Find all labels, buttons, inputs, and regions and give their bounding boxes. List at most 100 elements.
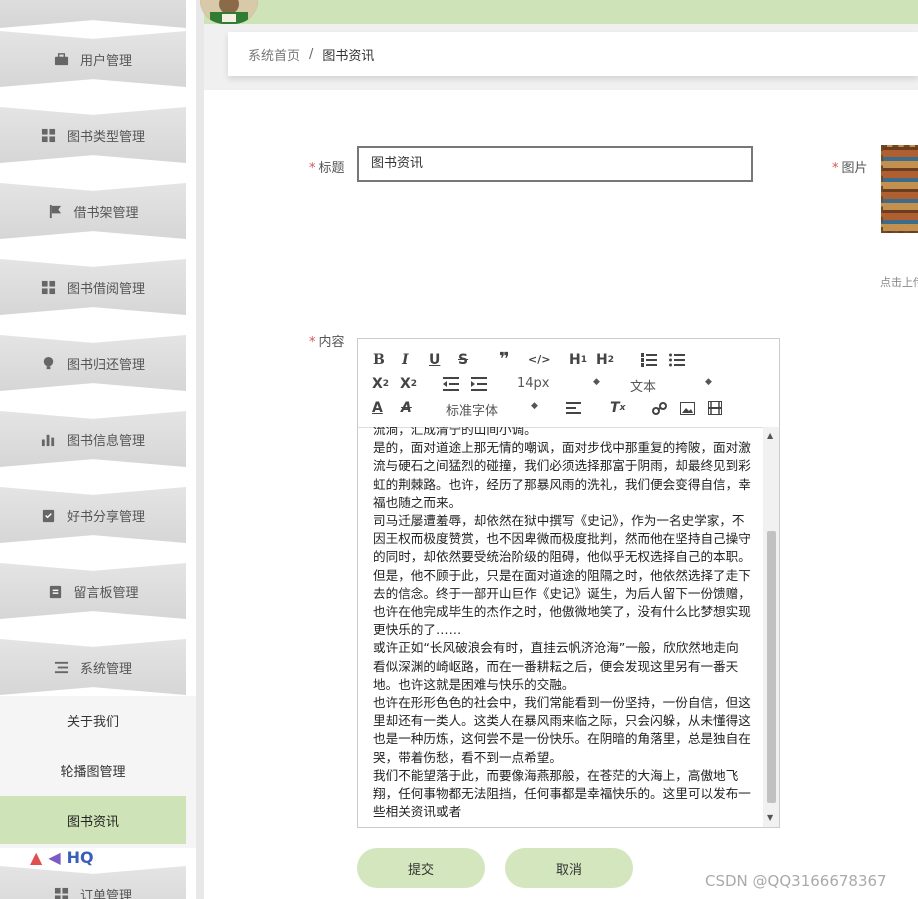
sidebar-item-label: 图书归还管理 — [66, 357, 145, 373]
cancel-button-label: 取消 — [555, 862, 582, 878]
submenu-item-about-us[interactable]: 关于我们 — [0, 696, 186, 744]
lightbulb-icon — [41, 355, 57, 371]
editor-scrollbar[interactable]: ▲ ▼ — [763, 427, 779, 827]
chevron-updown-icon[interactable]: ◆ — [531, 401, 538, 411]
sidebar-item-book-info-management[interactable]: 图书信息管理 — [0, 411, 186, 467]
font-family-select[interactable]: 标准字体 — [446, 400, 498, 419]
content-paragraph: 我们不能望落于此，而要像海燕那般，在苍茫的大海上，高傲地飞翔，任何事物都无法阻挡… — [373, 767, 751, 820]
cancel-button[interactable]: 取消 — [505, 848, 633, 888]
list-icon — [54, 659, 70, 675]
subscript-icon[interactable]: X2 — [372, 375, 389, 393]
grid-icon — [54, 886, 70, 899]
submenu-label: 图书资讯 — [66, 814, 119, 830]
logo-text: HQ — [66, 847, 94, 867]
sidebar-item-label: 订单管理 — [79, 888, 132, 899]
italic-icon[interactable]: I — [402, 351, 409, 369]
sidebar-item-top-partial[interactable] — [0, 0, 186, 28]
top-bar — [204, 0, 918, 24]
sidebar-item-label: 图书类型管理 — [66, 129, 145, 145]
image-icon[interactable] — [680, 399, 695, 417]
rich-text-editor: B I U S ❞ </> H1 H2 X2 X2 14px ◆ 文本 ◆ A … — [357, 338, 780, 828]
h1-icon[interactable]: H1 — [569, 351, 587, 369]
required-mark: * — [309, 161, 316, 176]
logo: ▲ ◀ HQ — [30, 846, 180, 868]
clear-format-icon[interactable]: Tx — [610, 399, 625, 417]
flag-icon — [47, 203, 63, 219]
sidebar-item-user-management[interactable]: 用户管理 — [0, 31, 186, 87]
submenu-item-carousel-management[interactable]: 轮播图管理 — [0, 746, 186, 794]
video-icon[interactable] — [708, 399, 722, 417]
editor-content: 流淌，汇成清宁的山间小调。 是的，面对道途上那无情的嘲讽，面对步伐中那重复的挎陂… — [373, 427, 751, 821]
scroll-up-icon[interactable]: ▲ — [767, 431, 773, 440]
scroll-thumb[interactable] — [767, 531, 776, 803]
sidebar-item-label: 好书分享管理 — [66, 509, 145, 525]
chevron-updown-icon[interactable]: ◆ — [593, 377, 600, 387]
briefcase-icon — [54, 51, 70, 67]
ordered-list-icon[interactable] — [641, 351, 657, 369]
required-mark: * — [309, 335, 316, 350]
sidebar-item-message-board-management[interactable]: 留言板管理 — [0, 563, 186, 619]
scroll-down-icon[interactable]: ▼ — [767, 813, 773, 822]
image-upload-thumbnail[interactable] — [881, 145, 918, 233]
content-paragraph: 司马迁屡遭羞辱，却依然在狱中撰写《史记》，作为一名史学家，不因王权而极度赞赏，也… — [373, 513, 751, 638]
logo-shape: ◀ — [48, 847, 61, 867]
paragraph-select[interactable]: 文本 — [630, 376, 656, 395]
superscript-icon[interactable]: X2 — [400, 375, 417, 393]
content-paragraph: 流淌，汇成清宁的山间小调。 — [373, 427, 537, 437]
sidebar-item-borrow-management[interactable]: 图书借阅管理 — [0, 259, 186, 315]
submit-button-label: 提交 — [407, 862, 434, 878]
chevron-updown-icon[interactable]: ◆ — [705, 377, 712, 387]
bullet-list-icon[interactable] — [669, 351, 685, 369]
bold-icon[interactable]: B — [373, 351, 385, 369]
h2-icon[interactable]: H2 — [596, 351, 614, 369]
sidebar-item-label: 留言板管理 — [73, 585, 139, 601]
breadcrumb: 系统首页 / 图书资讯 — [228, 32, 918, 76]
image-label: * 图片 — [832, 157, 868, 176]
outdent-icon[interactable] — [443, 375, 459, 393]
title-label: * 标题 — [309, 157, 345, 176]
upload-tip: 点击上传 — [880, 276, 918, 289]
content-paragraph: 是的，面对道途上那无情的嘲讽，面对步伐中那重复的挎陂，面对激流与硬石之间猛烈的碰… — [373, 440, 751, 510]
quote-icon[interactable]: ❞ — [499, 351, 510, 369]
sidebar-item-label: 借书架管理 — [73, 205, 139, 221]
content-paragraph: 也许在形形色色的社会中，我们常能看到一份坚持，一份自信，但这里却还有一类人。这类… — [373, 695, 751, 765]
sidebar-item-label: 图书借阅管理 — [66, 281, 145, 297]
bar-chart-icon — [41, 431, 57, 447]
clipboard-icon — [47, 583, 63, 599]
align-icon[interactable] — [566, 399, 581, 417]
sidebar-item-label: 系统管理 — [79, 661, 132, 677]
breadcrumb-current: 图书资讯 — [322, 48, 375, 64]
breadcrumb-home[interactable]: 系统首页 — [248, 45, 300, 64]
image-label-text: 图片 — [841, 161, 868, 176]
logo-shape: ▲ — [30, 847, 43, 867]
submenu-label: 关于我们 — [66, 714, 119, 730]
highlight-icon[interactable]: A — [401, 399, 412, 417]
font-color-icon[interactable]: A — [372, 399, 383, 417]
submenu-item-book-news[interactable]: 图书资讯 — [0, 796, 186, 844]
grid-icon — [41, 279, 57, 295]
sidebar-item-label: 用户管理 — [79, 53, 132, 69]
title-input[interactable]: 图书资讯 — [357, 146, 753, 182]
indent-icon[interactable] — [471, 375, 487, 393]
sidebar-item-bookshelf-management[interactable]: 借书架管理 — [0, 183, 186, 239]
submit-button[interactable]: 提交 — [357, 848, 485, 888]
font-size-select[interactable]: 14px — [517, 376, 550, 391]
link-icon[interactable] — [652, 399, 667, 417]
sidebar-item-label: 图书信息管理 — [66, 433, 145, 449]
grid-icon — [41, 127, 57, 143]
code-icon[interactable]: </> — [528, 351, 550, 369]
clipboard-check-icon — [41, 507, 57, 523]
strike-icon[interactable]: S — [458, 351, 468, 369]
sidebar-item-return-management[interactable]: 图书归还管理 — [0, 335, 186, 391]
editor-content-area[interactable]: 流淌，汇成清宁的山间小调。 是的，面对道途上那无情的嘲讽，面对步伐中那重复的挎陂… — [358, 427, 763, 827]
sidebar-item-book-share-management[interactable]: 好书分享管理 — [0, 487, 186, 543]
title-label-text: 标题 — [318, 161, 345, 176]
editor-toolbar: B I U S ❞ </> H1 H2 X2 X2 14px ◆ 文本 ◆ A … — [358, 339, 779, 428]
sidebar-item-system-management[interactable]: 系统管理 — [0, 639, 186, 695]
content-label: * 内容 — [309, 331, 345, 350]
title-input-value: 图书资讯 — [371, 156, 424, 171]
required-mark: * — [832, 161, 839, 176]
sidebar-item-order-management[interactable]: 订单管理 — [0, 866, 186, 899]
underline-icon[interactable]: U — [429, 351, 440, 369]
sidebar-item-book-type-management[interactable]: 图书类型管理 — [0, 107, 186, 163]
